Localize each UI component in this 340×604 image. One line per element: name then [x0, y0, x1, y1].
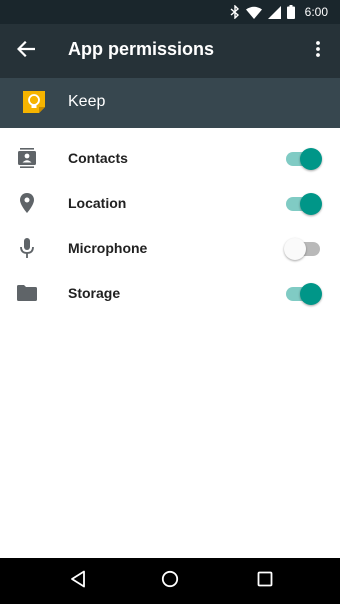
- battery-icon: [286, 5, 295, 19]
- toggle-thumb: [300, 148, 322, 170]
- back-button[interactable]: [12, 37, 40, 65]
- more-vert-icon: [316, 40, 320, 62]
- nav-home-icon: [161, 570, 179, 593]
- arrow-back-icon: [16, 40, 36, 62]
- status-icons: 6:00: [230, 4, 328, 20]
- permission-list: Contacts Location Microphone Storage: [0, 136, 340, 316]
- keep-bulb-icon: [20, 88, 48, 116]
- contacts-icon: [16, 147, 38, 169]
- overflow-menu-button[interactable]: [306, 37, 330, 65]
- permission-label: Location: [68, 195, 127, 211]
- location-pin-icon: [16, 192, 38, 214]
- wifi-icon: [245, 6, 262, 19]
- permission-row-location[interactable]: Location: [0, 181, 340, 226]
- cellular-signal-icon: [267, 5, 281, 19]
- permission-label: Storage: [68, 285, 121, 301]
- permission-row-microphone[interactable]: Microphone: [0, 226, 340, 271]
- app-bar: App permissions: [0, 24, 340, 78]
- location-toggle[interactable]: [286, 192, 322, 216]
- permission-row-storage[interactable]: Storage: [0, 271, 340, 316]
- bluetooth-icon: [230, 5, 240, 19]
- contacts-toggle[interactable]: [286, 147, 322, 171]
- toggle-thumb: [300, 193, 322, 215]
- storage-toggle[interactable]: [286, 282, 322, 306]
- permission-label: Contacts: [68, 150, 128, 166]
- nav-home-button[interactable]: [158, 569, 182, 593]
- microphone-toggle[interactable]: [284, 237, 322, 261]
- app-name: Keep: [68, 93, 106, 110]
- status-bar: 6:00: [0, 0, 340, 24]
- nav-recents-button[interactable]: [253, 569, 277, 593]
- permission-row-contacts[interactable]: Contacts: [0, 136, 340, 181]
- page-title: App permissions: [68, 39, 215, 59]
- status-time: 6:00: [304, 5, 328, 19]
- app-header: Keep: [0, 78, 340, 128]
- navigation-bar: [0, 558, 340, 604]
- toggle-thumb: [300, 283, 322, 305]
- nav-recents-icon: [257, 571, 273, 592]
- permission-label: Microphone: [68, 240, 148, 256]
- microphone-icon: [16, 237, 38, 259]
- toggle-thumb: [284, 238, 306, 260]
- nav-back-icon: [70, 570, 86, 593]
- folder-icon: [16, 282, 38, 304]
- nav-back-button[interactable]: [66, 569, 90, 593]
